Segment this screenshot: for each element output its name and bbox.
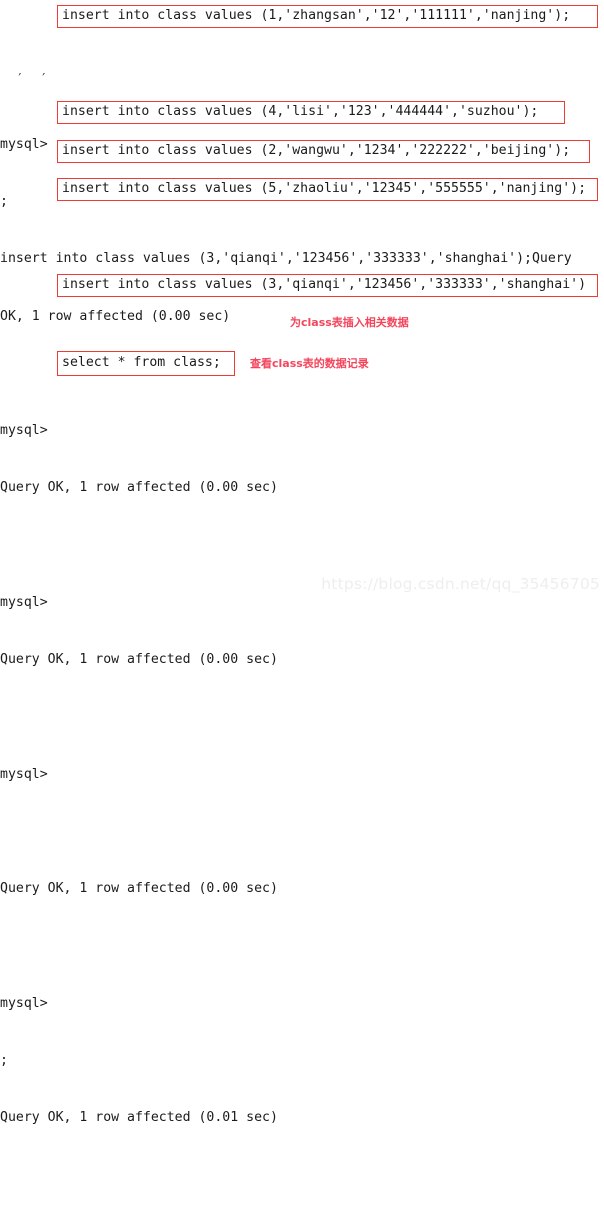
- terminal-line-8: ;: [0, 1053, 8, 1069]
- watermark-url: https://blog.csdn.net/qq_35456705: [321, 574, 600, 593]
- sql-command-select[interactable]: select * from class;: [62, 353, 221, 372]
- terminal-line-9: Query OK, 1 row affected (0.01 sec): [0, 1110, 278, 1126]
- terminal-line-blank-4: [0, 822, 604, 841]
- annotation-insert-data: 为class表插入相关数据: [290, 316, 409, 329]
- terminal-line-blank-5: [0, 937, 604, 956]
- sql-command-insert-5[interactable]: insert into class values (3,'qianqi','12…: [62, 275, 586, 294]
- terminal-line-blank-6: [0, 1166, 604, 1185]
- annotation-view-records: 查看class表的数据记录: [250, 357, 369, 370]
- terminal-line-prompt-5: mysql>: [0, 995, 56, 1011]
- sql-command-insert-1[interactable]: insert into class values (1,'zhangsan','…: [62, 6, 570, 25]
- sql-command-insert-4[interactable]: insert into class values (5,'zhaoliu','1…: [62, 179, 586, 198]
- terminal-line-5: Query OK, 1 row affected (0.00 sec): [0, 480, 278, 496]
- terminal-line-prompt-2: mysql>: [0, 423, 56, 439]
- terminal-line-prompt-3: mysql>: [0, 594, 56, 610]
- sql-command-insert-3[interactable]: insert into class values (2,'wangwu','12…: [62, 141, 570, 160]
- terminal-line-3: insert into class values (3,'qianqi','12…: [0, 251, 572, 267]
- terminal-line-7: Query OK, 1 row affected (0.00 sec): [0, 881, 278, 897]
- sql-command-insert-2[interactable]: insert into class values (4,'lisi','123'…: [62, 102, 538, 121]
- terminal-line-prompt-4: mysql>: [0, 766, 56, 782]
- terminal-line-blank-3: [0, 707, 604, 726]
- clipped-top-line: ′ ′: [0, 70, 604, 77]
- terminal-line-6: Query OK, 1 row affected (0.00 sec): [0, 652, 278, 668]
- terminal-line-blank-2: [0, 536, 604, 555]
- mysql-terminal[interactable]: ′ ′ mysql> ; insert into class values (3…: [0, 0, 604, 1125]
